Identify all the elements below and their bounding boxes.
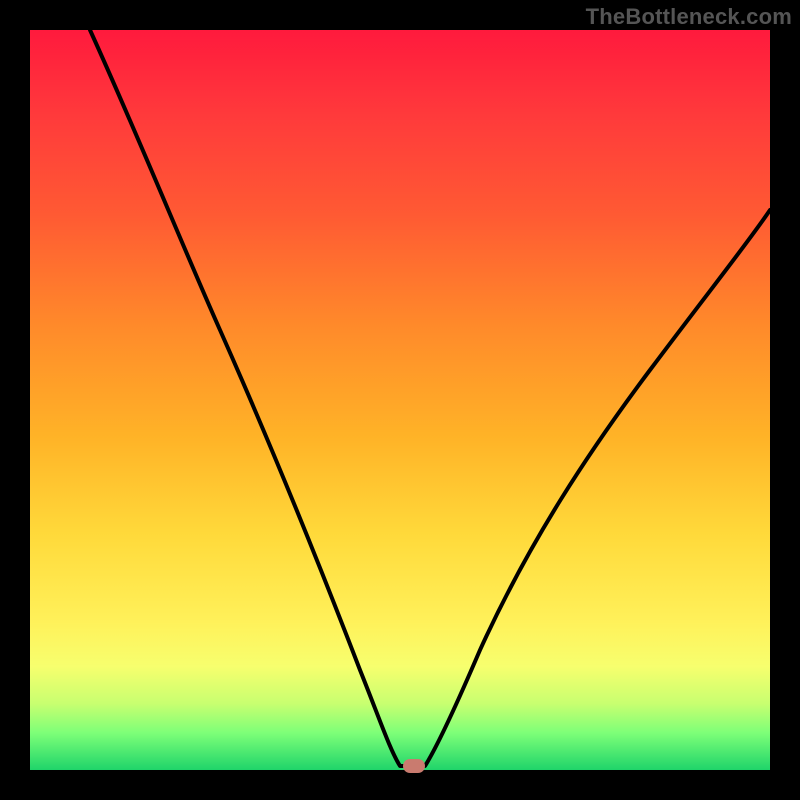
attribution-label: TheBottleneck.com [586,4,792,30]
chart-frame: TheBottleneck.com [0,0,800,800]
valley-marker [403,759,425,773]
bottleneck-curve [30,30,770,770]
